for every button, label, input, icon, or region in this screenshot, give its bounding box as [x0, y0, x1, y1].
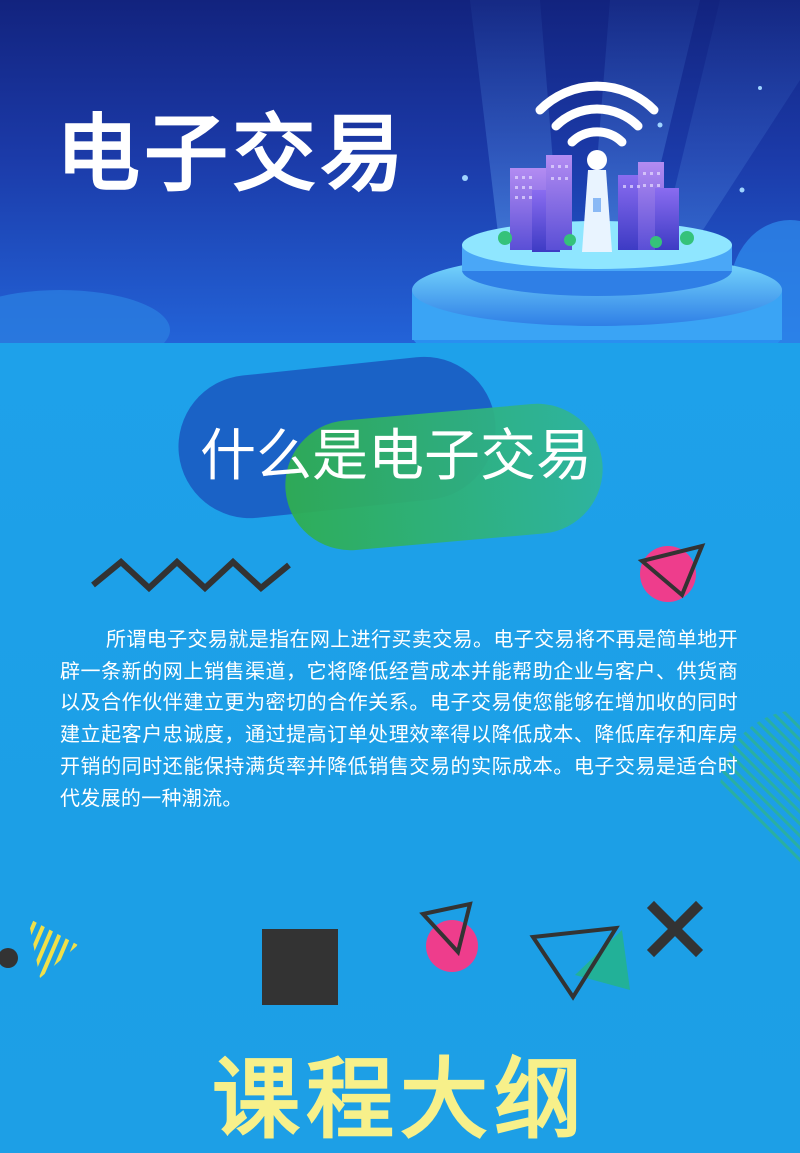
- section-body: 所谓电子交易就是指在网上进行买卖交易。电子交易将不再是简单地开辟一条新的网上销售…: [60, 627, 738, 810]
- section-title: 什么是电子交易: [200, 424, 592, 489]
- banner-title: 电子交易: [56, 105, 409, 203]
- poster: 电子交易 什么是电子交易 所谓电子交易就是指在网上进行买卖交易。电子交易将不再是…: [0, 0, 800, 1153]
- outline-title: 课程大纲: [211, 1048, 588, 1151]
- header-banner: 电子交易: [0, 0, 800, 343]
